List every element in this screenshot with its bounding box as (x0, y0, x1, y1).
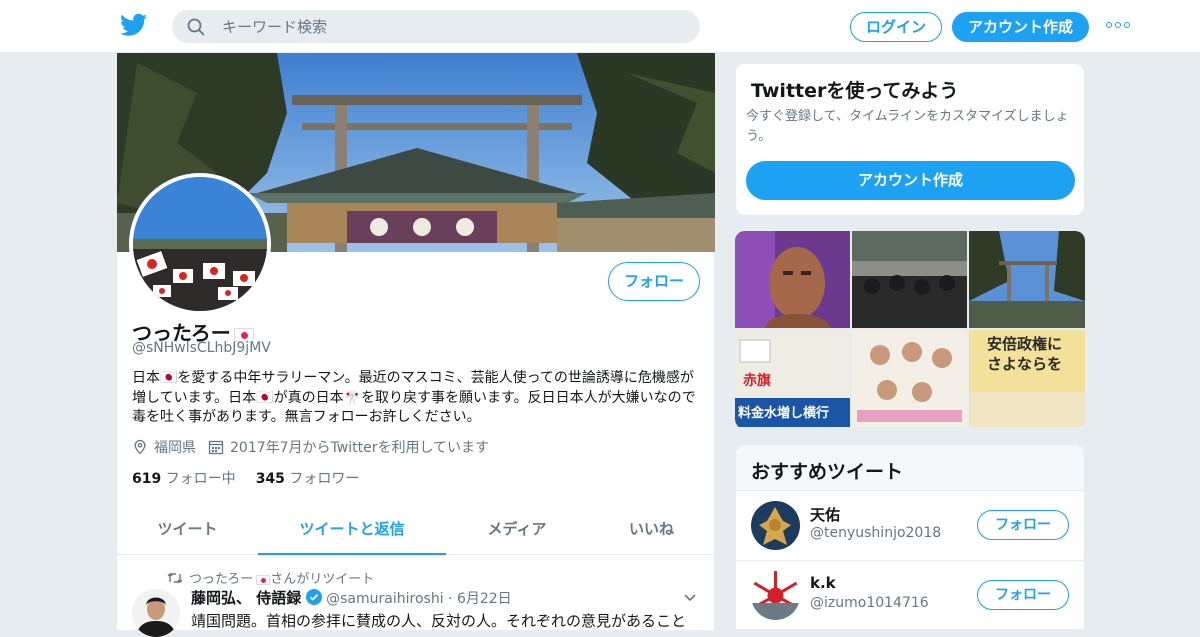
calendar-icon (208, 440, 224, 455)
profile-column: フォロー つったろー @sNHwlsCLhbJ9jMV 日本🇯🇵を愛する中年サラ… (116, 53, 715, 637)
media-thumbnail[interactable] (852, 330, 967, 427)
signup-card-title: Twitterを使ってみよう (751, 80, 959, 102)
verified-badge-icon (305, 589, 322, 605)
tweet-author-name[interactable]: 藤岡弘、 侍語録 (191, 589, 301, 607)
signup-card: Twitterを使ってみよう 今すぐ登録して、タイムラインをカスタマイズしましょ… (735, 63, 1085, 216)
retweeted-by-name[interactable]: つったろー (189, 572, 253, 587)
more-options-icon[interactable] (1106, 22, 1130, 30)
chevron-down-icon[interactable] (684, 594, 696, 602)
search-box[interactable] (172, 10, 700, 43)
profile-bio: 日本🇯🇵を愛する中年サラリーマン。最近のマスコミ、芸能人使っての世論誘導に危機感… (132, 370, 696, 425)
following-label: フォロー中 (165, 471, 236, 487)
recommended-item[interactable]: 天佑 @tenyushinjo2018 フォロー (736, 490, 1084, 560)
tweet-text: 靖国問題。首相の参拝に賛成の人、反対の人。それぞれの意見があること (191, 612, 687, 630)
recommended-avatar[interactable] (751, 501, 800, 550)
media-caption: 料金水増し横行 (738, 406, 830, 421)
profile-handle[interactable]: @sNHwlsCLhbJ9jMV (132, 340, 271, 356)
profile-meta: 福岡県 2017年7月からTwitterを利用しています (132, 437, 489, 457)
recommended-item[interactable]: k.k @izumo1014716 フォロー (736, 560, 1084, 629)
recommended-tweets-card: おすすめツイート 天佑 @tenyushinjo2018 フォロー k.k @i… (735, 444, 1085, 630)
login-button[interactable]: ログイン (850, 12, 942, 42)
followers-label: フォロワー (289, 471, 360, 487)
retweet-icon (167, 573, 183, 583)
media-grid: 赤旗 料金水増し横行 安倍政権にさよならを (735, 231, 1085, 429)
follow-button[interactable]: フォロー (977, 510, 1069, 540)
search-input[interactable] (222, 10, 682, 43)
followers-stat[interactable]: 345 フォロワー (256, 468, 360, 488)
tab-tweets[interactable]: ツイート (117, 505, 258, 555)
top-navigation-bar: ログイン アカウント作成 (0, 0, 1200, 53)
tab-likes[interactable]: いいね (588, 505, 715, 555)
profile-avatar[interactable] (129, 173, 271, 315)
recommended-title: おすすめツイート (751, 461, 904, 483)
media-thumbnail[interactable] (735, 231, 850, 328)
retweet-suffix: さんがリツイート (270, 572, 375, 587)
media-caption: 安倍政権にさよならを (987, 335, 1063, 373)
signup-card-button[interactable]: アカウント作成 (746, 161, 1075, 200)
tweet-author-handle[interactable]: @samuraihiroshi (326, 591, 443, 607)
recommended-handle[interactable]: @tenyushinjo2018 (810, 525, 941, 541)
followers-count: 345 (255, 471, 285, 487)
following-count: 619 (132, 471, 162, 487)
search-icon (187, 18, 205, 36)
tweet-date[interactable]: 6月22日 (457, 591, 512, 607)
tweet-header: 藤岡弘、 侍語録 @samuraihiroshi · 6月22日 (191, 587, 512, 608)
recommended-avatar[interactable] (751, 571, 800, 620)
signup-card-description: 今すぐ登録して、タイムラインをカスタマイズしましょう。 (746, 109, 1069, 144)
tab-media[interactable]: メディア (446, 505, 588, 555)
media-thumbnail[interactable]: 安倍政権にさよならを (969, 330, 1085, 427)
recommended-handle[interactable]: @izumo1014716 (810, 595, 929, 611)
tweet-item[interactable]: つったろー さんがリツイート 藤岡弘、 侍語録 @samuraihiroshi ·… (117, 556, 715, 637)
signup-button[interactable]: アカウント作成 (952, 12, 1089, 42)
profile-stats: 619 フォロー中 345 フォロワー (132, 468, 359, 488)
media-thumbnail[interactable] (852, 231, 967, 328)
recommended-name[interactable]: 天佑 (810, 504, 840, 525)
location-pin-icon (134, 439, 146, 455)
svg-text:赤旗: 赤旗 (743, 372, 771, 389)
tab-tweets-and-replies[interactable]: ツイートと返信 (258, 505, 446, 555)
retweet-context: つったろー さんがリツイート (167, 568, 374, 587)
media-thumbnail[interactable] (969, 231, 1085, 328)
following-stat[interactable]: 619 フォロー中 (132, 468, 236, 488)
media-thumbnail[interactable]: 赤旗 料金水増し横行 (735, 330, 850, 427)
profile-joined-date: 2017年7月からTwitterを利用しています (230, 440, 490, 456)
twitter-logo-icon[interactable] (120, 13, 147, 37)
profile-tabs: ツイート ツイートと返信 メディア いいね (117, 505, 715, 555)
profile-location: 福岡県 (154, 440, 196, 456)
tweet-separator: · (443, 591, 457, 607)
follow-button[interactable]: フォロー (977, 580, 1069, 610)
recommended-name[interactable]: k.k (810, 574, 836, 592)
japan-flag-icon (256, 574, 271, 585)
follow-button[interactable]: フォロー (608, 262, 700, 301)
